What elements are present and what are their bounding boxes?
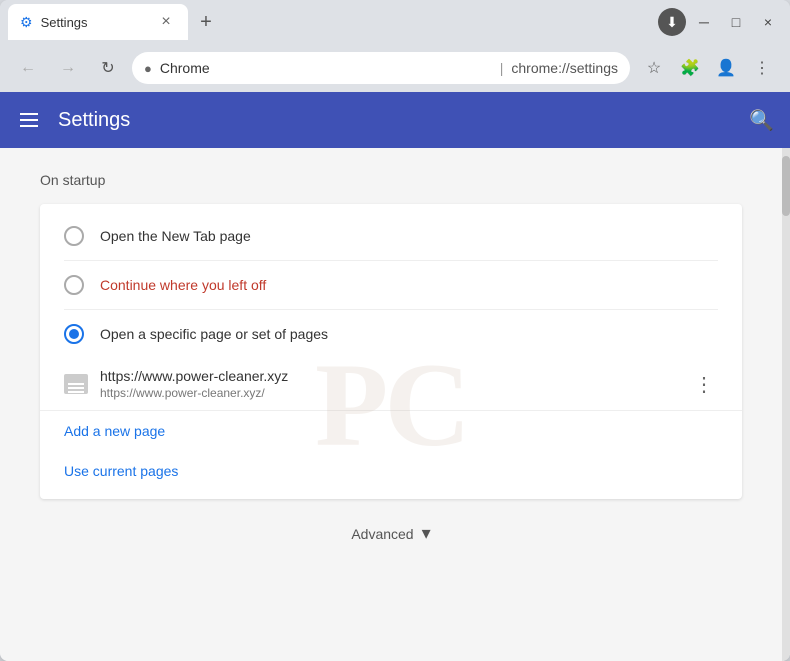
- radio-option-new-tab[interactable]: Open the New Tab page: [40, 212, 742, 260]
- forward-button[interactable]: →: [52, 52, 84, 84]
- url-subtitle: https://www.power-cleaner.xyz/: [100, 386, 678, 400]
- refresh-button[interactable]: ↻: [92, 52, 124, 84]
- url-entry: https://www.power-cleaner.xyz https://ww…: [40, 358, 742, 411]
- new-tab-button[interactable]: +: [192, 8, 220, 36]
- settings-page-title: Settings: [58, 109, 733, 132]
- extensions-icon[interactable]: 🧩: [674, 52, 706, 84]
- back-button[interactable]: ←: [12, 52, 44, 84]
- url-more-button[interactable]: ⋮: [690, 370, 718, 398]
- avatar-icon[interactable]: 👤: [710, 52, 742, 84]
- address-favicon: ●: [144, 61, 152, 76]
- content-wrapper: PC On startup Open the New Tab page Cont…: [0, 148, 790, 661]
- advanced-arrow-icon: ▾: [422, 523, 431, 544]
- url-icon: [64, 374, 88, 394]
- search-icon[interactable]: 🔍: [749, 108, 774, 133]
- radio-circle-new-tab: [64, 226, 84, 246]
- tab-favicon: ⚙: [20, 14, 33, 31]
- address-separator: |: [500, 60, 504, 76]
- radio-option-continue[interactable]: Continue where you left off: [40, 261, 742, 309]
- window-controls: ─ □ ×: [690, 8, 782, 36]
- minimize-button[interactable]: ─: [690, 8, 718, 36]
- radio-label-specific: Open a specific page or set of pages: [100, 326, 328, 342]
- scrollbar[interactable]: [782, 148, 790, 661]
- url-texts: https://www.power-cleaner.xyz https://ww…: [100, 368, 678, 400]
- toolbar-icons: ☆ 🧩 👤 ⋮: [638, 52, 778, 84]
- main-content: PC On startup Open the New Tab page Cont…: [0, 148, 782, 661]
- browser-window: ⚙ Settings × + ⬇ ─ □ × ← → ↻ ● Chrome | …: [0, 0, 790, 661]
- tab-close-button[interactable]: ×: [156, 12, 176, 32]
- bookmark-icon[interactable]: ☆: [638, 52, 670, 84]
- radio-label-continue: Continue where you left off: [100, 277, 266, 293]
- advanced-row[interactable]: Advanced ▾: [40, 523, 742, 544]
- active-tab[interactable]: ⚙ Settings ×: [8, 4, 188, 40]
- tab-title: Settings: [41, 15, 148, 30]
- radio-circle-continue: [64, 275, 84, 295]
- menu-icon[interactable]: ⋮: [746, 52, 778, 84]
- url-title: https://www.power-cleaner.xyz: [100, 368, 678, 384]
- addressbar: ← → ↻ ● Chrome | chrome://settings ☆ 🧩 👤…: [0, 44, 790, 92]
- browser-name: Chrome: [160, 60, 492, 76]
- titlebar: ⚙ Settings × + ⬇ ─ □ ×: [0, 0, 790, 44]
- radio-circle-specific: [64, 324, 84, 344]
- settings-header: Settings 🔍: [0, 92, 790, 148]
- address-url: chrome://settings: [511, 60, 618, 76]
- section-title: On startup: [40, 172, 742, 188]
- options-card: Open the New Tab page Continue where you…: [40, 204, 742, 499]
- download-button[interactable]: ⬇: [658, 8, 686, 36]
- add-new-page-button[interactable]: Add a new page: [40, 411, 742, 451]
- maximize-button[interactable]: □: [722, 8, 750, 36]
- close-button[interactable]: ×: [754, 8, 782, 36]
- address-box[interactable]: ● Chrome | chrome://settings: [132, 52, 630, 84]
- radio-label-new-tab: Open the New Tab page: [100, 228, 251, 244]
- scrollbar-thumb[interactable]: [782, 156, 790, 216]
- radio-option-specific[interactable]: Open a specific page or set of pages: [40, 310, 742, 358]
- advanced-label: Advanced: [351, 526, 413, 542]
- use-current-pages-button[interactable]: Use current pages: [40, 451, 742, 491]
- hamburger-menu[interactable]: [16, 109, 42, 131]
